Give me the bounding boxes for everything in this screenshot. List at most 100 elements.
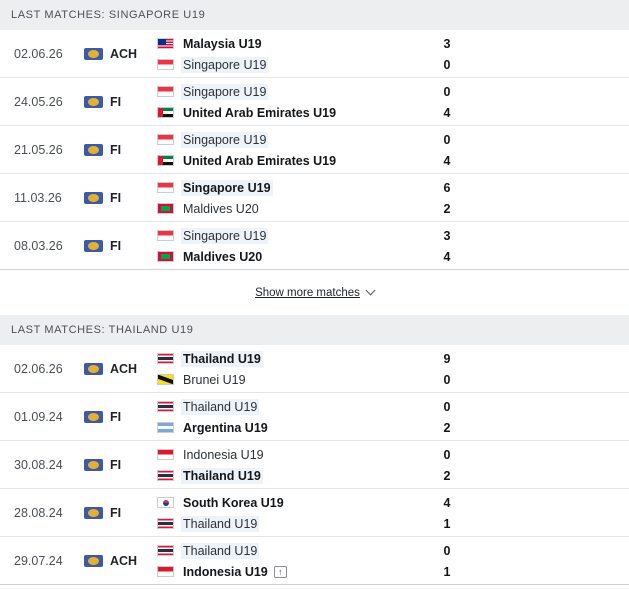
brunei-flag-icon [157,374,174,385]
match-date: 29.07.24 [14,553,63,568]
match-row[interactable]: 28.08.24 FI South Korea U19 Thailand U19… [0,489,629,537]
teams: Thailand U19 Argentina U19 [157,393,397,441]
thailand-flag-icon [157,470,174,481]
away-score: 2 [443,468,451,483]
singapore-flag-icon [157,59,174,70]
home-team[interactable]: Thailand U19 [181,350,263,367]
match-row[interactable]: 24.05.26 FI Singapore U19 United Arab Em… [0,78,629,126]
home-team[interactable]: South Korea U19 [183,496,284,510]
scores: 0 2 [432,393,462,441]
match-date: 02.06.26 [14,361,63,376]
match-row[interactable]: 08.03.26 FI Singapore U19 Maldives U20 3… [0,222,629,270]
scores: 3 4 [432,222,462,270]
home-team[interactable]: Thailand U19 [181,542,260,559]
home-score: 0 [443,447,451,462]
match-row[interactable]: 01.09.24 FI Thailand U19 Argentina U19 0… [0,393,629,441]
competition-code: FI [110,409,122,424]
home-score: 0 [443,132,451,147]
section-header-singapore: LAST MATCHES: SINGAPORE U19 [0,0,629,30]
competition-code: ACH [110,46,138,61]
home-team[interactable]: Malaysia U19 [183,37,262,51]
singapore-section: LAST MATCHES: SINGAPORE U19 02.06.26 ACH… [0,0,629,315]
indonesia-flag-icon [157,449,174,460]
home-score: 9 [443,351,451,366]
south-korea-flag-icon [157,497,174,508]
scores: 3 0 [432,30,462,78]
competition-flag-icon [84,191,103,204]
home-team[interactable]: Singapore U19 [181,227,269,244]
away-team[interactable]: United Arab Emirates U19 [183,154,336,168]
away-team[interactable]: Singapore U19 [181,56,269,73]
competition-flag-icon [84,47,103,60]
scores: 0 4 [432,126,462,174]
away-team[interactable]: Indonesia U19 [183,565,268,579]
away-score: 1 [443,564,451,579]
match-date: 01.09.24 [14,409,63,424]
match-row[interactable]: 02.06.26 ACH Thailand U19 Brunei U19 9 0 [0,345,629,393]
match-date: 28.08.24 [14,505,63,520]
away-team[interactable]: Argentina U19 [183,421,268,435]
away-score: 0 [443,372,451,387]
competition-flag-icon [84,362,103,375]
away-team[interactable]: Brunei U19 [183,373,246,387]
away-team[interactable]: United Arab Emirates U19 [183,106,336,120]
home-team[interactable]: Singapore U19 [181,179,273,196]
match-date: 08.03.26 [14,238,63,253]
chevron-down-icon [365,285,376,296]
competition-code: FI [110,142,122,157]
home-score: 0 [443,543,451,558]
match-row[interactable]: 02.06.26 ACH Malaysia U19 Singapore U19 … [0,30,629,78]
teams: Indonesia U19 Thailand U19 [157,441,397,489]
maldives-flag-icon [157,203,174,214]
home-team[interactable]: Indonesia U19 [183,448,264,462]
teams: Thailand U19 Brunei U19 [157,345,397,393]
scores: 4 1 [432,489,462,537]
competition-flag-icon [84,554,103,567]
home-team[interactable]: Singapore U19 [181,131,269,148]
scores: 9 0 [432,345,462,393]
show-more-row: Show more matches [0,270,629,315]
competition-code: FI [110,457,122,472]
away-score: 2 [443,420,451,435]
home-score: 3 [443,228,451,243]
match-row[interactable]: 21.05.26 FI Singapore U19 United Arab Em… [0,126,629,174]
thailand-section: LAST MATCHES: THAILAND U19 02.06.26 ACH … [0,315,629,585]
away-score: 1 [443,516,451,531]
away-team[interactable]: Thailand U19 [181,467,263,484]
home-score: 0 [443,84,451,99]
argentina-flag-icon [157,422,174,433]
match-row[interactable]: 11.03.26 FI Singapore U19 Maldives U20 6… [0,174,629,222]
uae-flag-icon [157,155,174,166]
section-title: LAST MATCHES: THAILAND U19 [11,324,194,336]
singapore-flag-icon [157,230,174,241]
match-date: 02.06.26 [14,46,63,61]
home-score: 3 [443,36,451,51]
away-team[interactable]: Maldives U20 [183,202,259,216]
scores: 0 2 [432,441,462,489]
match-date: 21.05.26 [14,142,63,157]
home-team[interactable]: Singapore U19 [181,83,269,100]
teams: Singapore U19 United Arab Emirates U19 [157,78,397,126]
teams: Singapore U19 United Arab Emirates U19 [157,126,397,174]
teams: Singapore U19 Maldives U20 [157,222,397,270]
away-score: 0 [443,57,451,72]
match-date: 24.05.26 [14,94,63,109]
away-team[interactable]: Thailand U19 [181,515,260,532]
teams: Malaysia U19 Singapore U19 [157,30,397,78]
match-row[interactable]: 29.07.24 ACH Thailand U19 Indonesia U19 ↑… [0,537,629,585]
match-row[interactable]: 30.08.24 FI Indonesia U19 Thailand U19 0… [0,441,629,489]
thailand-flag-icon [157,518,174,529]
home-team[interactable]: Thailand U19 [181,398,260,415]
singapore-flag-icon [157,182,174,193]
competition-code: ACH [110,361,138,376]
teams: South Korea U19 Thailand U19 [157,489,397,537]
away-team[interactable]: Maldives U20 [183,250,262,264]
singapore-flag-icon [157,86,174,97]
scores: 6 2 [432,174,462,222]
competition-code: FI [110,190,122,205]
uae-flag-icon [157,107,174,118]
malaysia-flag-icon [157,38,174,49]
competition-code: FI [110,238,122,253]
scores: 0 1 [432,537,462,585]
show-more-link[interactable]: Show more matches [255,285,376,299]
